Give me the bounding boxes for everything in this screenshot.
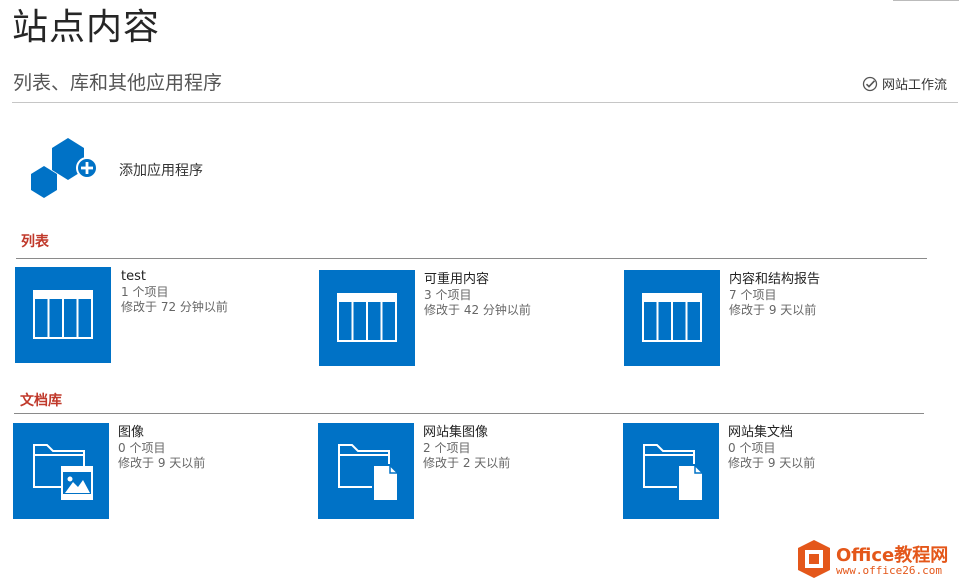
list-item-meta: test 1 个项目 修改于 72 分钟以前 [121,269,311,315]
list-icon [33,290,93,339]
list-item-name[interactable]: 可重用内容 [424,272,614,288]
section-title-lists: 列表 [21,234,49,250]
list-item-modified: 修改于 9 天以前 [118,456,206,470]
section-divider-lists [16,258,927,259]
image-library-icon [33,444,93,500]
list-item-count: 1 个项目 [121,285,169,299]
library-tile-icon[interactable] [13,423,109,519]
list-icon [337,293,397,342]
list-icon [642,293,702,342]
top-divider [893,0,959,1]
list-tile-icon[interactable] [15,267,111,363]
workflow-check-icon [862,76,878,91]
list-item-meta: 内容和结构报告 7 个项目 修改于 9 天以前 [729,272,919,318]
list-item-name[interactable]: 网站集图像 [423,425,613,441]
list-tile-icon[interactable] [624,270,720,366]
list-item-count: 0 个项目 [118,441,166,455]
list-item-count: 0 个项目 [728,441,776,455]
list-item-count: 3 个项目 [424,288,472,302]
list-item-modified: 修改于 42 分钟以前 [424,303,531,317]
office-logo-icon [798,540,830,578]
list-item-name[interactable]: 内容和结构报告 [729,272,919,288]
document-library-icon [338,444,399,502]
library-tile-icon[interactable] [623,423,719,519]
list-item-count: 2 个项目 [423,441,471,455]
workflow-label: 网站工作流 [881,78,947,93]
list-item-meta: 网站集图像 2 个项目 修改于 2 天以前 [423,425,613,471]
document-library-icon [643,444,704,502]
list-item-meta: 图像 0 个项目 修改于 9 天以前 [118,425,308,471]
list-item-name[interactable]: 网站集文档 [728,425,918,441]
list-item-modified: 修改于 9 天以前 [729,303,817,317]
header-divider [12,102,958,103]
list-item-name[interactable]: test [121,269,311,285]
site-workflow-link[interactable]: 网站工作流 [862,74,947,93]
section-title-libraries: 文档库 [20,393,62,409]
watermark-url: www.office26.com [836,564,942,577]
list-item-name[interactable]: 图像 [118,425,308,441]
add-app-icon [31,138,98,198]
list-item-meta: 可重用内容 3 个项目 修改于 42 分钟以前 [424,272,614,318]
add-app-button[interactable]: 添加应用程序 [30,136,250,200]
list-item-meta: 网站集文档 0 个项目 修改于 9 天以前 [728,425,918,471]
list-item-modified: 修改于 9 天以前 [728,456,816,470]
list-item-modified: 修改于 72 分钟以前 [121,300,228,314]
list-tile-icon[interactable] [319,270,415,366]
library-tile-icon[interactable] [318,423,414,519]
page-subtitle: 列表、库和其他应用程序 [13,72,223,94]
watermark-logo: Office教程网 www.office26.com [792,537,957,583]
list-item-count: 7 个项目 [729,288,777,302]
add-app-label: 添加应用程序 [119,163,203,179]
section-divider-libraries [14,413,924,414]
list-item-modified: 修改于 2 天以前 [423,456,511,470]
page-title: 站点内容 [12,7,161,48]
